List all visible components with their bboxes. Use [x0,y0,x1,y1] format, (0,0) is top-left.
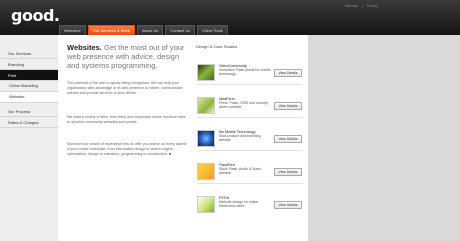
sidebar-item-our-services[interactable]: Our Services [0,48,58,59]
main-nav: Welcome Our Services & Work About Us Con… [59,25,228,35]
tab-about[interactable]: About Us [136,25,164,35]
sites-paragraph: We build a variety of sites, from fresh … [67,115,186,124]
view-details-button[interactable]: View Details [274,69,302,77]
header-bar: good. Sitemap | Privacy Welcome Our Serv… [0,0,460,35]
divider [197,150,303,151]
main-content: Websites. Get the most out of your web p… [58,35,308,241]
intro-paragraph: The potential of the web is rapidly bein… [67,81,184,95]
case-thumbnail[interactable] [197,130,215,147]
case-description: Fresh, Flash, CMS and concept driven web… [219,101,269,110]
case-study-item: FlashDen Stock Flash, Audio & Video webs… [195,162,305,184]
page-title-bold: Websites. [67,43,102,52]
tab-services-work[interactable]: Our Services & Work [87,25,135,35]
case-thumbnail[interactable] [197,196,215,213]
case-thumbnail[interactable] [197,64,215,81]
view-details-button[interactable]: View Details [274,102,302,110]
page-title: Websites. Get the most out of your web p… [67,43,189,70]
sidebar-item-rates-charges[interactable]: Rates & Charges [0,117,58,128]
sidebar-item-print[interactable]: Print [0,70,58,81]
sidebar-item-online-marketing[interactable]: Online Marketing [0,81,58,92]
privacy-link[interactable]: Privacy [367,4,378,8]
sitemap-link[interactable]: Sitemap [345,4,358,8]
case-study-item: IdeaFarm Fresh, Flash, CMS and concept d… [195,96,305,118]
util-separator: | [361,4,363,8]
case-thumbnail[interactable] [197,97,215,114]
case-thumbnail[interactable] [197,163,215,180]
case-description: Innovative Flash portal for mobile techn… [219,68,271,77]
divider [197,117,303,118]
page-background [308,35,460,241]
sidebar-item-branding[interactable]: Branding [0,59,58,70]
utility-links: Sitemap | Privacy [342,4,378,8]
site-logo[interactable]: good. [11,6,60,25]
case-study-item: Iris Mobile Technology Slick product and… [195,129,305,151]
divider [197,183,303,184]
view-details-button[interactable]: View Details [274,168,302,176]
tab-contact[interactable]: Contact Us [165,25,196,35]
sidebar-item-websites[interactable]: Websites [0,92,58,103]
view-details-button[interactable]: View Details [274,135,302,143]
sidebar-item-our-process[interactable]: Our Process [0,106,58,117]
case-description: Website design for online electronics st… [219,200,259,209]
divider [197,84,303,85]
case-studies-heading: Design & Case Studies [196,44,238,49]
case-study-item: VideoCommunity Innovative Flash portal f… [195,63,305,85]
tab-welcome[interactable]: Welcome [59,25,86,35]
case-description: Slick product and branding website [219,134,261,143]
case-description: Stock Flash, Audio & Video website [219,167,262,176]
case-study-item: RYDA Website design for online electroni… [195,195,305,217]
view-details-button[interactable]: View Details [274,201,302,209]
sidebar: Our Services Branding Print Online Marke… [0,35,58,241]
experience-paragraph: Moreover our wealth of experience lets u… [67,142,187,156]
tab-client-tools[interactable]: Client Tools [197,25,228,35]
